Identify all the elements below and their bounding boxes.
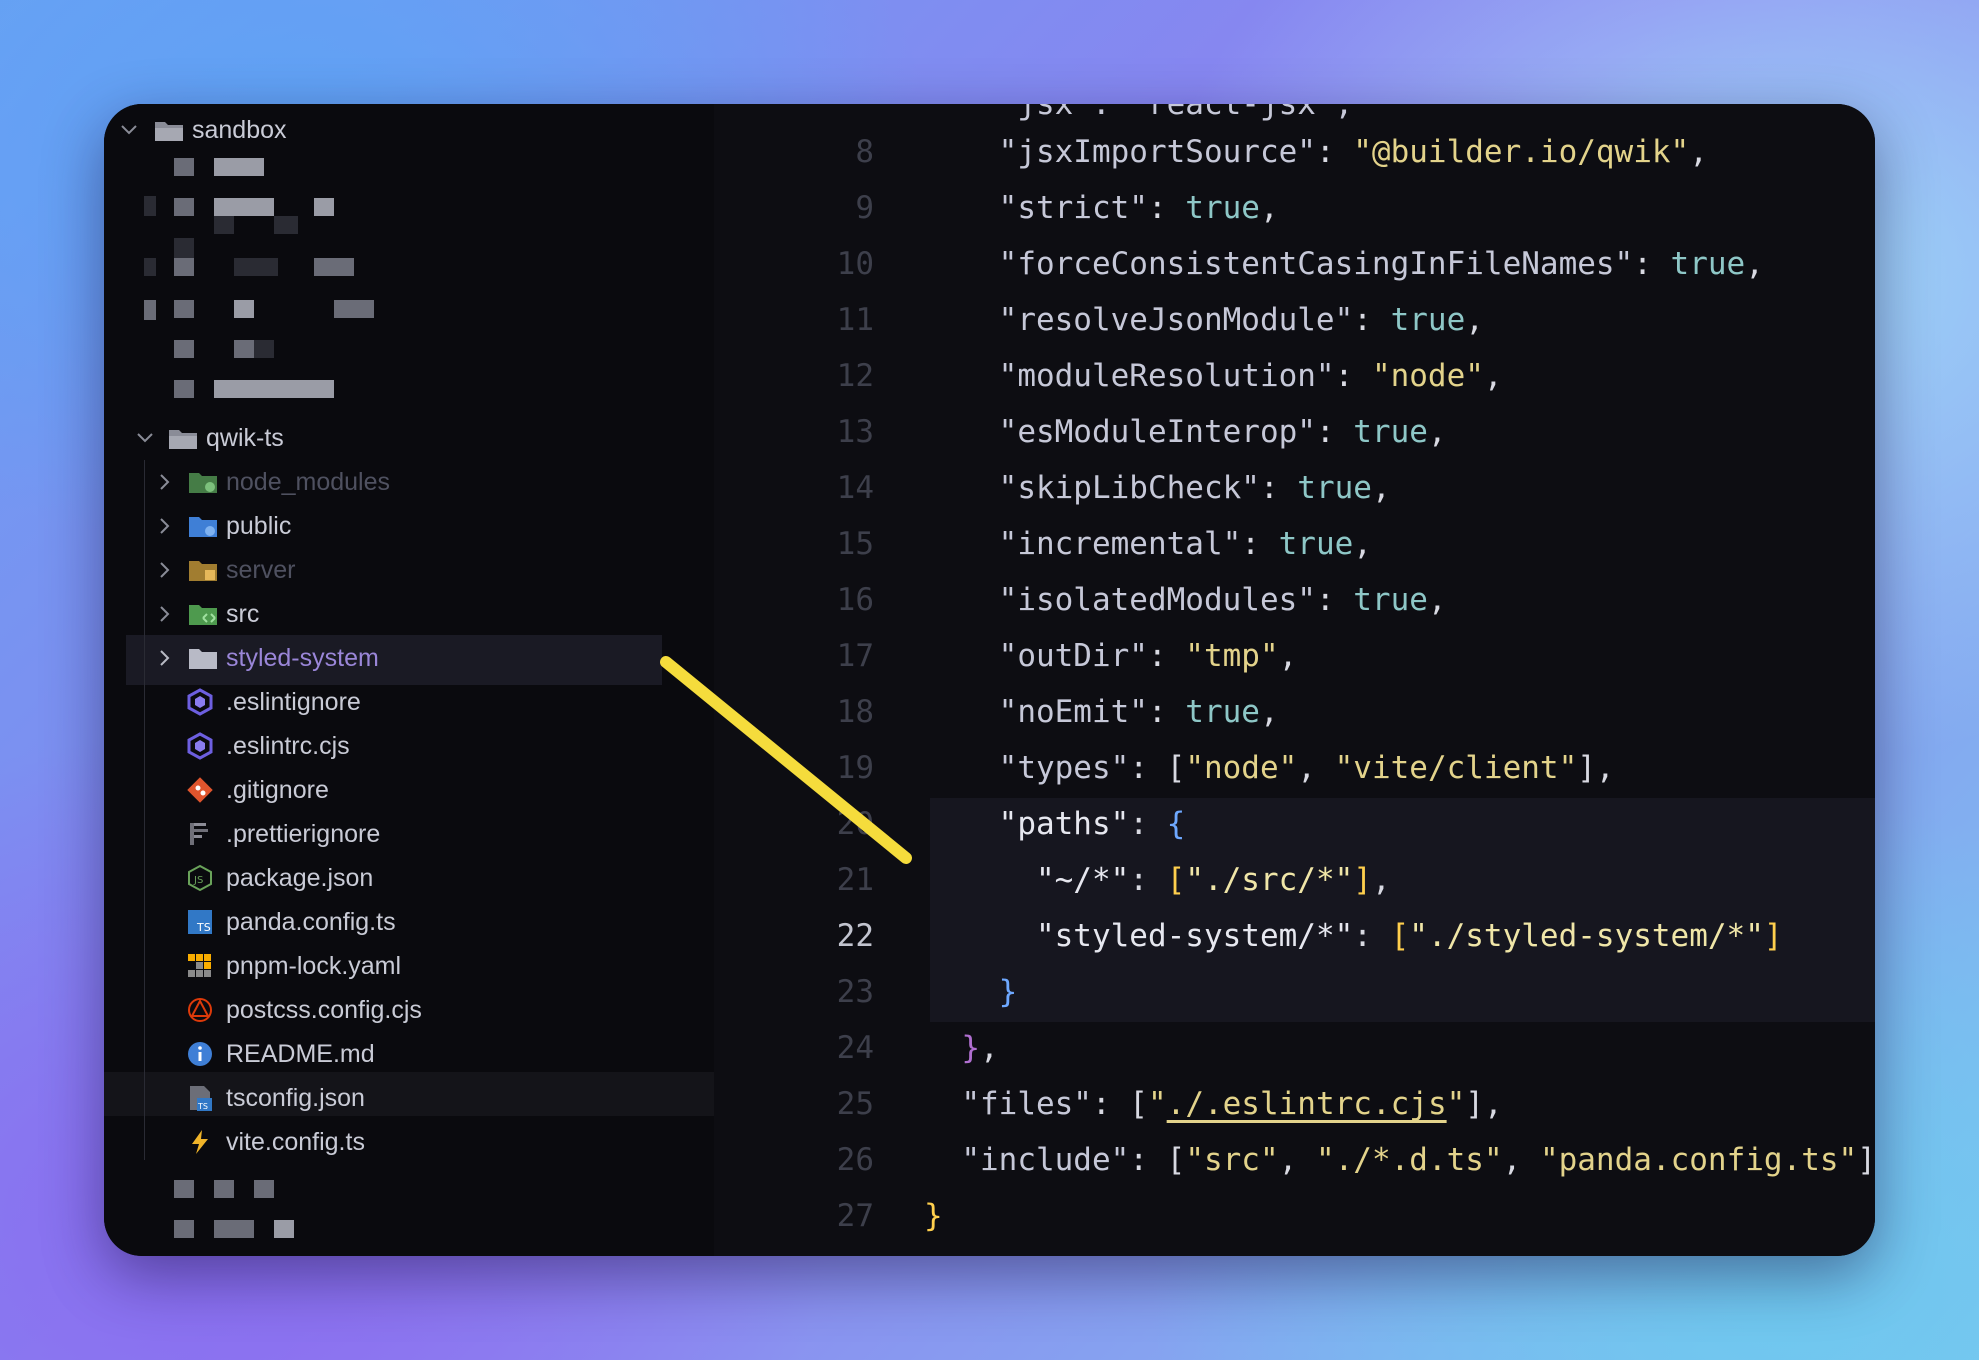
file-row-pnpm-lock[interactable]: pnpm-lock.yaml [186, 944, 401, 988]
eslint-icon [186, 688, 214, 716]
file-row-postcss-config[interactable]: postcss.config.cjs [186, 988, 422, 1032]
src-folder-icon [188, 602, 218, 626]
file-row-panda-config[interactable]: TS panda.config.ts [186, 900, 396, 944]
code-line: 12 "moduleResolution": "node", [836, 358, 1503, 394]
svg-text:TS: TS [197, 1102, 208, 1111]
code-line: 11 "resolveJsonModule": true, [836, 302, 1484, 338]
folder-row-server[interactable]: server [154, 548, 295, 592]
code-editor[interactable]: "jsx": "react-jsx", 8 "jsxImportSource":… [714, 104, 1875, 1256]
file-label: tsconfig.json [226, 1083, 365, 1112]
file-row-eslintrc[interactable]: .eslintrc.cjs [186, 724, 350, 768]
file-label: panda.config.ts [226, 907, 396, 936]
public-folder-icon [188, 514, 218, 538]
file-row-package-json[interactable]: JS package.json [186, 856, 373, 900]
folder-row-public[interactable]: public [154, 504, 291, 548]
file-label: .gitignore [226, 775, 329, 804]
folder-row-styled-system[interactable]: styled-system [154, 636, 379, 680]
folder-open-icon [168, 426, 198, 450]
file-label: server [226, 555, 296, 584]
file-row-vite-config[interactable]: vite.config.ts [186, 1120, 365, 1164]
file-label: vite.config.ts [226, 1127, 365, 1156]
node-folder-icon [188, 470, 218, 494]
file-label: postcss.config.cjs [226, 995, 422, 1024]
folder-row-sandbox[interactable]: sandbox [118, 108, 287, 152]
file-label: public [226, 511, 292, 540]
chevron-right-icon [154, 603, 176, 625]
code-line: 9 "strict": true, [855, 190, 1279, 226]
tsconfig-icon: TS [186, 1084, 214, 1112]
chevron-right-icon [154, 471, 176, 493]
code-line: 18 "noEmit": true, [836, 694, 1279, 730]
code-line: 10 "forceConsistentCasingInFileNames": t… [836, 246, 1764, 282]
folder-row-node-modules[interactable]: node_modules [154, 460, 390, 504]
folder-row-src[interactable]: src [154, 592, 259, 636]
file-row-prettierignore[interactable]: .prettierignore [186, 812, 380, 856]
code-line: 24 }, [836, 1030, 999, 1066]
code-line: 16 "isolatedModules": true, [836, 582, 1447, 618]
editor-window: sandbox qwik-ts node_modules public serv… [104, 104, 1875, 1256]
postcss-icon [186, 996, 214, 1024]
eslint-icon [186, 732, 214, 760]
file-row-readme[interactable]: README.md [186, 1032, 375, 1076]
file-label: pnpm-lock.yaml [226, 951, 402, 980]
folder-icon [188, 646, 218, 670]
file-label: node_modules [226, 467, 391, 496]
file-explorer: sandbox qwik-ts node_modules public serv… [104, 104, 714, 1256]
folder-label: qwik-ts [206, 423, 284, 452]
vite-icon [186, 1128, 214, 1156]
server-folder-icon [188, 558, 218, 582]
prettier-icon [186, 820, 214, 848]
code-line: 14 "skipLibCheck": true, [836, 470, 1391, 506]
svg-text:TS: TS [196, 921, 211, 934]
file-row-tsconfig[interactable]: TS tsconfig.json [186, 1076, 365, 1120]
svg-text:JS: JS [193, 875, 203, 886]
info-icon [186, 1040, 214, 1068]
chevron-down-icon [134, 427, 156, 449]
file-row-gitignore[interactable]: .gitignore [186, 768, 329, 812]
code-line: 23 } [836, 974, 1018, 1010]
chevron-down-icon [118, 119, 140, 141]
code-line: 8 "jsxImportSource": "@builder.io/qwik", [855, 134, 1708, 170]
file-label: .eslintrc.cjs [226, 731, 350, 760]
code-line: 19 "types": ["node", "vite/client"], [836, 750, 1615, 786]
file-label: styled-system [226, 643, 379, 672]
chevron-right-icon [154, 559, 176, 581]
code-line: 21 "~/*": ["./src/*"], [836, 862, 1391, 898]
folder-open-icon [154, 118, 184, 142]
code-line-active: 22 "styled-system/*": ["./styled-system/… [836, 918, 1783, 954]
code-line: 27} [836, 1198, 943, 1234]
folder-row-qwik-ts[interactable]: qwik-ts [134, 416, 284, 460]
file-label: .eslintignore [226, 687, 361, 716]
chevron-right-icon [154, 647, 176, 669]
file-label: package.json [226, 863, 374, 892]
code-line: 17 "outDir": "tmp", [836, 638, 1298, 674]
code-line: 25 "files": ["./.eslintrc.cjs"], [836, 1086, 1503, 1122]
tree-guide [144, 460, 145, 1160]
file-label: src [226, 599, 260, 628]
code-line: 20 "paths": { [836, 806, 1186, 842]
file-label: .prettierignore [226, 819, 381, 848]
file-row-eslintignore[interactable]: .eslintignore [186, 680, 361, 724]
file-label: README.md [226, 1039, 375, 1068]
pnpm-icon [186, 952, 214, 980]
folder-label: sandbox [192, 115, 287, 144]
typescript-icon: TS [186, 908, 214, 936]
nodejs-icon: JS [186, 864, 214, 892]
code-line: 15 "incremental": true, [836, 526, 1372, 562]
git-icon [186, 776, 214, 804]
code-line: 13 "esModuleInterop": true, [836, 414, 1447, 450]
code-line: 26 "include": ["src", "./*.d.ts", "panda… [836, 1142, 1875, 1178]
chevron-right-icon [154, 515, 176, 537]
